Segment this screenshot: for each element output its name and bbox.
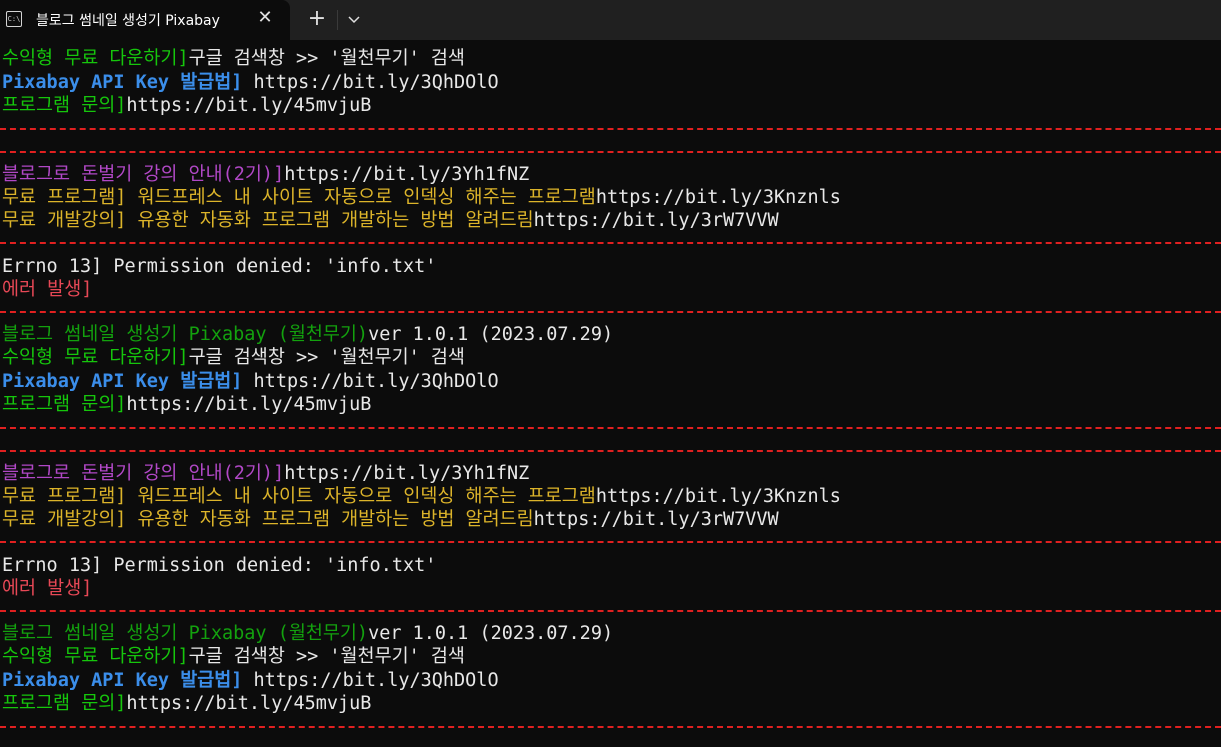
line-label: Pixabay API Key 발급법] (2, 72, 243, 93)
terminal-line: 블로그 썸네일 생성기 Pixabay (월천무기)ver 1.0.1 (202… (2, 622, 613, 645)
divider (0, 450, 1221, 452)
terminal-line: 프로그램 문의]https://bit.ly/45mvjuB (2, 94, 371, 117)
line-label: 프로그램 문의] (2, 95, 127, 116)
terminal-line: 수익형 무료 다운하기]구글 검색창 >> '월천무기' 검색 (2, 346, 465, 369)
close-icon[interactable]: ✕ (256, 9, 274, 27)
divider (0, 726, 1221, 728)
terminal-line: Pixabay API Key 발급법] https://bit.ly/3QhD… (2, 370, 499, 393)
line-label: Pixabay API Key 발급법] (2, 670, 243, 691)
divider (0, 610, 1221, 612)
line-text: https://bit.ly/3Yh1fNZ (284, 463, 530, 484)
chevron-down-icon[interactable] (344, 9, 364, 29)
line-text: Errno 13] Permission denied: 'info.txt' (2, 256, 437, 277)
terminal-line: Errno 13] Permission denied: 'info.txt' (2, 554, 436, 577)
line-label: Pixabay API Key 발급법] (2, 371, 243, 392)
line-label: 수익형 무료 다운하기] (2, 646, 189, 667)
terminal-line: 무료 프로그램] 워드프레스 내 사이트 자동으로 인덱싱 해주는 프로그램ht… (2, 186, 841, 209)
line-text: https://bit.ly/3rW7VVW (533, 509, 779, 530)
line-text: Errno 13] Permission denied: 'info.txt' (2, 555, 437, 576)
terminal-line: Pixabay API Key 발급법] https://bit.ly/3QhD… (2, 669, 499, 692)
line-text: https://bit.ly/3Knznls (595, 486, 841, 507)
line-text: 구글 검색창 >> '월천무기' 검색 (188, 347, 465, 368)
line-label: 블로그로 돈벌기 강의 안내(2기)] (2, 164, 285, 185)
terminal-line: 무료 개발강의] 유용한 자동화 프로그램 개발하는 방법 알려드림https:… (2, 209, 779, 232)
divider (0, 541, 1221, 543)
divider (0, 242, 1221, 244)
line-text: https://bit.ly/3Yh1fNZ (284, 164, 530, 185)
terminal-line: 에러 발생] (2, 278, 92, 301)
terminal-line: 블로그로 돈벌기 강의 안내(2기)]https://bit.ly/3Yh1fN… (2, 163, 529, 186)
terminal-line: 프로그램 문의]https://bit.ly/45mvjuB (2, 692, 371, 715)
terminal-line: 무료 개발강의] 유용한 자동화 프로그램 개발하는 방법 알려드림https:… (2, 508, 779, 531)
line-label: 블로그 썸네일 생성기 Pixabay (월천무기) (2, 324, 369, 345)
divider (0, 311, 1221, 313)
terminal-line: Pixabay API Key 발급법] https://bit.ly/3QhD… (2, 71, 499, 94)
terminal-line: 프로그램 문의]https://bit.ly/45mvjuB (2, 393, 371, 416)
terminal-icon: C:\ (6, 11, 22, 27)
line-text: 구글 검색창 >> '월천무기' 검색 (188, 48, 465, 69)
line-label: 무료 프로그램] 워드프레스 내 사이트 자동으로 인덱싱 해주는 프로그램 (2, 486, 596, 507)
line-label: 에러 발생] (2, 578, 93, 599)
line-label: 에러 발생] (2, 279, 93, 300)
line-label: 블로그 썸네일 생성기 Pixabay (월천무기) (2, 623, 369, 644)
title-bar: C:\ 블로그 썸네일 생성기 Pixabay ✕ + (0, 0, 1221, 40)
line-label: 수익형 무료 다운하기] (2, 347, 189, 368)
terminal-line: 블로그 썸네일 생성기 Pixabay (월천무기)ver 1.0.1 (202… (2, 323, 613, 346)
line-text: ver 1.0.1 (2023.07.29) (368, 623, 614, 644)
line-text: https://bit.ly/45mvjuB (126, 693, 372, 714)
line-label: 프로그램 문의] (2, 693, 127, 714)
divider (0, 427, 1221, 429)
line-text: https://bit.ly/3QhDOlO (242, 670, 499, 691)
plus-icon[interactable]: + (305, 8, 329, 32)
terminal-output[interactable]: 수익형 무료 다운하기]구글 검색창 >> '월천무기' 검색 Pixabay … (0, 40, 1221, 747)
terminal-line: Errno 13] Permission denied: 'info.txt' (2, 255, 436, 278)
divider (0, 151, 1221, 153)
terminal-line: 무료 프로그램] 워드프레스 내 사이트 자동으로 인덱싱 해주는 프로그램ht… (2, 485, 841, 508)
divider (0, 128, 1221, 130)
line-text: https://bit.ly/3QhDOlO (242, 371, 499, 392)
line-text: https://bit.ly/3Knznls (595, 187, 841, 208)
line-label: 프로그램 문의] (2, 394, 127, 415)
tab-divider (337, 10, 338, 30)
terminal-tab[interactable]: C:\ 블로그 썸네일 생성기 Pixabay ✕ (0, 0, 290, 40)
line-text: ver 1.0.1 (2023.07.29) (368, 324, 614, 345)
terminal-line: 블로그로 돈벌기 강의 안내(2기)]https://bit.ly/3Yh1fN… (2, 462, 529, 485)
line-label: 무료 개발강의] 유용한 자동화 프로그램 개발하는 방법 알려드림 (2, 210, 534, 231)
line-label: 무료 프로그램] 워드프레스 내 사이트 자동으로 인덱싱 해주는 프로그램 (2, 187, 596, 208)
terminal-line: 수익형 무료 다운하기]구글 검색창 >> '월천무기' 검색 (2, 47, 465, 70)
terminal-line: 수익형 무료 다운하기]구글 검색창 >> '월천무기' 검색 (2, 645, 465, 668)
line-text: https://bit.ly/3rW7VVW (533, 210, 779, 231)
line-text: https://bit.ly/45mvjuB (126, 394, 372, 415)
line-text: 구글 검색창 >> '월천무기' 검색 (188, 646, 465, 667)
line-label: 무료 개발강의] 유용한 자동화 프로그램 개발하는 방법 알려드림 (2, 509, 534, 530)
line-text: https://bit.ly/45mvjuB (126, 95, 372, 116)
line-label: 블로그로 돈벌기 강의 안내(2기)] (2, 463, 285, 484)
line-text: https://bit.ly/3QhDOlO (242, 72, 499, 93)
terminal-line: 에러 발생] (2, 577, 92, 600)
line-label: 수익형 무료 다운하기] (2, 48, 189, 69)
tab-title: 블로그 썸네일 생성기 Pixabay (36, 13, 220, 29)
